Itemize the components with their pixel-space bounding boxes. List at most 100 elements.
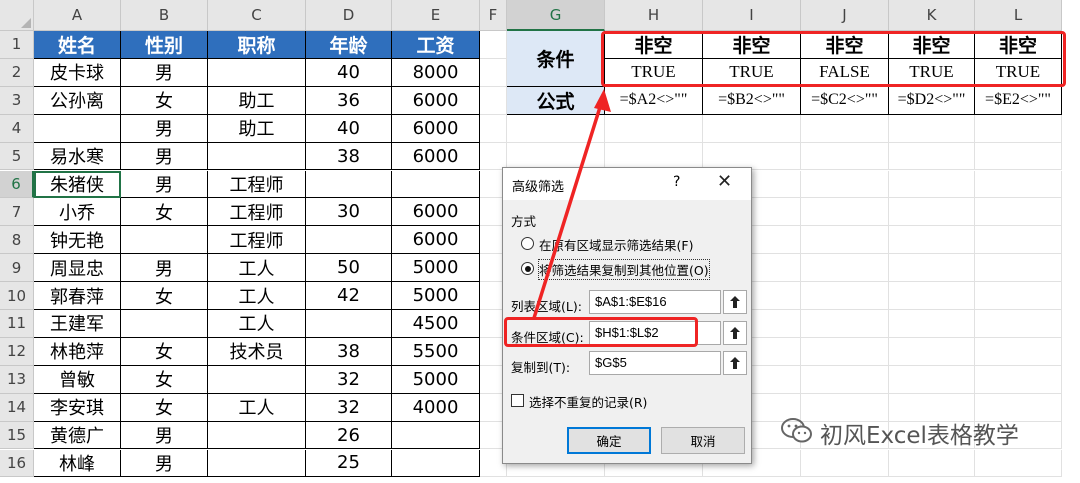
grid-cell[interactable] [480, 58, 507, 87]
formula-label-cell[interactable]: 公式 [507, 86, 605, 115]
table-cell[interactable]: 男 [121, 114, 208, 143]
row-header-15[interactable]: 15 [0, 421, 34, 450]
table-cell[interactable]: 女 [121, 198, 208, 227]
row-header-2[interactable]: 2 [0, 58, 34, 87]
table-cell[interactable]: 钟无艳 [34, 226, 121, 255]
table-cell[interactable]: 42 [306, 282, 392, 310]
criteria-value-cell[interactable]: TRUE [703, 58, 801, 87]
table-cell[interactable] [306, 310, 392, 338]
table-cell[interactable]: 40 [306, 58, 392, 87]
table-cell[interactable] [34, 114, 121, 143]
table-cell[interactable]: 黄德广 [34, 421, 121, 450]
table-cell[interactable] [208, 142, 306, 171]
grid-cell[interactable] [975, 226, 1062, 255]
column-header-g[interactable]: G [507, 0, 605, 31]
table-cell[interactable] [392, 170, 480, 199]
table-cell[interactable]: 38 [306, 337, 392, 366]
radio-copy-to[interactable] [521, 262, 534, 275]
row-header-10[interactable]: 10 [0, 282, 34, 310]
table-cell[interactable]: 小乔 [34, 198, 121, 227]
table-cell[interactable]: 40 [306, 114, 392, 143]
grid-cell[interactable] [889, 449, 975, 478]
grid-cell[interactable] [889, 114, 975, 143]
table-cell[interactable]: 朱猪侠 [34, 170, 121, 199]
grid-cell[interactable] [480, 86, 507, 115]
grid-cell[interactable] [889, 170, 975, 199]
table-header-cell[interactable]: 姓名 [34, 31, 121, 59]
grid-cell[interactable] [801, 449, 889, 478]
table-cell[interactable]: 50 [306, 254, 392, 283]
grid-cell[interactable] [801, 142, 889, 171]
list-range-input[interactable]: $A$1:$E$16 [589, 290, 721, 314]
column-header-f[interactable]: F [480, 0, 507, 31]
table-cell[interactable]: 助工 [208, 114, 306, 143]
table-cell[interactable] [208, 58, 306, 87]
table-cell[interactable]: 工人 [208, 254, 306, 283]
cancel-button[interactable]: 取消 [661, 427, 745, 454]
grid-cell[interactable] [480, 31, 507, 59]
table-cell[interactable]: 工人 [208, 393, 306, 422]
table-cell[interactable]: 6000 [392, 226, 480, 255]
table-cell[interactable]: 32 [306, 393, 392, 422]
criteria-header-cell[interactable]: 非空 [889, 31, 975, 59]
table-cell[interactable]: 6000 [392, 198, 480, 227]
table-cell[interactable] [121, 310, 208, 338]
table-cell[interactable]: 工程师 [208, 226, 306, 255]
table-cell[interactable]: 4500 [392, 310, 480, 338]
table-cell[interactable]: 女 [121, 393, 208, 422]
table-cell[interactable]: 30 [306, 198, 392, 227]
table-cell[interactable] [208, 365, 306, 394]
row-header-11[interactable]: 11 [0, 310, 34, 338]
collapse-dialog-icon[interactable] [723, 321, 747, 345]
table-cell[interactable]: 皮卡球 [34, 58, 121, 87]
select-all-corner[interactable] [0, 0, 34, 31]
table-cell[interactable]: 林峰 [34, 449, 121, 478]
grid-cell[interactable] [507, 114, 605, 143]
table-cell[interactable]: 38 [306, 142, 392, 171]
table-cell[interactable]: 6000 [392, 142, 480, 171]
grid-cell[interactable] [889, 365, 975, 394]
row-header-9[interactable]: 9 [0, 254, 34, 283]
option-copy-label[interactable]: 将筛选结果复制到其他位置(O) [538, 259, 710, 280]
grid-cell[interactable] [975, 365, 1062, 394]
grid-cell[interactable] [889, 310, 975, 338]
grid-cell[interactable] [975, 114, 1062, 143]
table-cell[interactable] [306, 226, 392, 255]
row-header-4[interactable]: 4 [0, 114, 34, 143]
table-cell[interactable] [208, 449, 306, 478]
grid-cell[interactable] [889, 282, 975, 310]
grid-cell[interactable] [801, 170, 889, 199]
column-header-a[interactable]: A [34, 0, 121, 31]
table-cell[interactable]: 林艳萍 [34, 337, 121, 366]
column-header-d[interactable]: D [306, 0, 392, 31]
table-header-cell[interactable]: 职称 [208, 31, 306, 59]
table-cell[interactable]: 公孙离 [34, 86, 121, 115]
criteria-header-cell[interactable]: 非空 [975, 31, 1062, 59]
grid-cell[interactable] [801, 310, 889, 338]
criteria-formula-cell[interactable]: =$D2<>"" [889, 86, 975, 115]
grid-cell[interactable] [889, 337, 975, 366]
grid-cell[interactable] [801, 337, 889, 366]
table-cell[interactable]: 易水寒 [34, 142, 121, 171]
criteria-formula-cell[interactable]: =$A2<>"" [605, 86, 703, 115]
table-cell[interactable]: 5000 [392, 365, 480, 394]
table-cell[interactable]: 25 [306, 449, 392, 478]
table-cell[interactable]: 郭春萍 [34, 282, 121, 310]
table-cell[interactable]: 王建军 [34, 310, 121, 338]
table-cell[interactable]: 女 [121, 365, 208, 394]
grid-cell[interactable] [975, 310, 1062, 338]
table-cell[interactable]: 周显忠 [34, 254, 121, 283]
table-cell[interactable]: 女 [121, 282, 208, 310]
column-header-i[interactable]: I [703, 0, 801, 31]
table-cell[interactable] [392, 449, 480, 478]
criteria-formula-cell[interactable]: =$E2<>"" [975, 86, 1062, 115]
grid-cell[interactable] [889, 198, 975, 227]
criteria-value-cell[interactable]: FALSE [801, 58, 889, 87]
criteria-header-cell[interactable]: 非空 [703, 31, 801, 59]
table-cell[interactable]: 26 [306, 421, 392, 450]
table-cell[interactable]: 男 [121, 254, 208, 283]
table-cell[interactable] [306, 170, 392, 199]
table-cell[interactable]: 曾敏 [34, 365, 121, 394]
row-header-8[interactable]: 8 [0, 226, 34, 255]
table-cell[interactable]: 男 [121, 58, 208, 87]
